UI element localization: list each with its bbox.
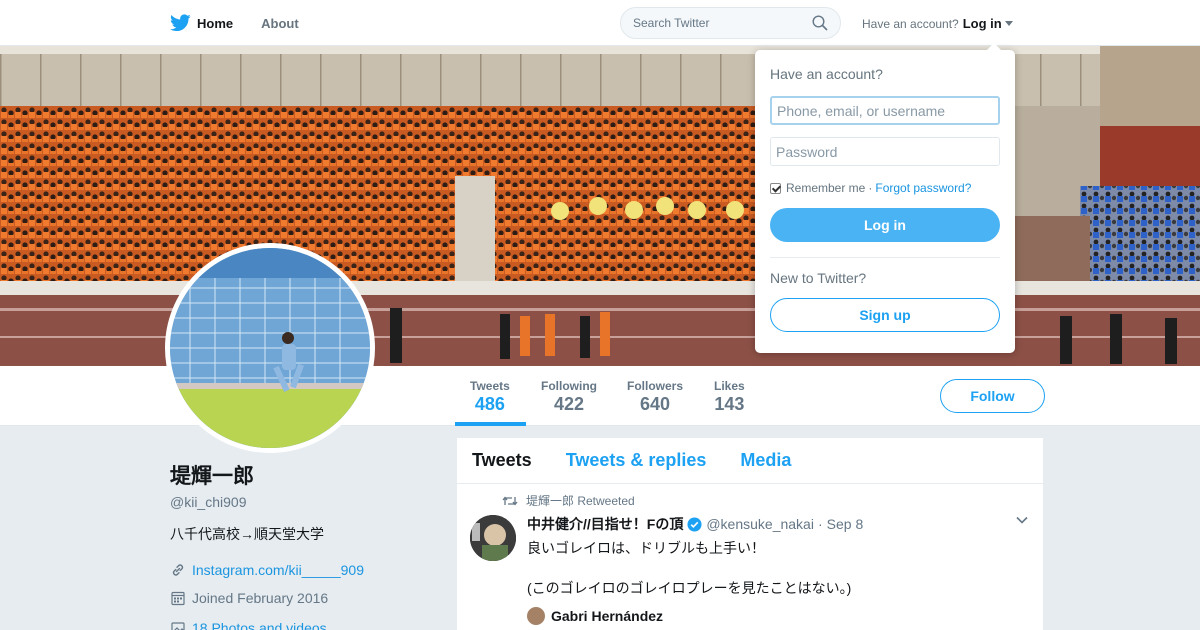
login-link[interactable]: Log in: [963, 16, 1002, 31]
stat-following-label: Following: [541, 379, 597, 393]
photo-icon: [171, 622, 185, 630]
forgot-password-link[interactable]: Forgot password?: [875, 181, 971, 195]
stat-tweets-value: 486: [474, 394, 505, 414]
account-menu[interactable]: Have an account? Log in: [862, 16, 1013, 31]
stat-tweets[interactable]: Tweets 486: [470, 379, 510, 415]
stat-following-value: 422: [553, 394, 585, 414]
follow-button[interactable]: Follow: [940, 379, 1045, 413]
timeline-tabs: Tweets Tweets & replies Media: [457, 438, 1043, 484]
stat-likes-value: 143: [714, 394, 745, 414]
signup-button[interactable]: Sign up: [770, 298, 1000, 332]
profile-website: Instagram.com/kii_____909: [170, 562, 440, 578]
password-field[interactable]: [770, 137, 1000, 166]
search-input[interactable]: Search Twitter: [620, 7, 841, 39]
stat-following[interactable]: Following 422: [541, 379, 597, 415]
profile-card: 堤輝一郎 @kii_chi909 八千代高校→順天堂大学 Instagram.c…: [170, 460, 440, 630]
retweet-icon: [502, 495, 518, 506]
tweet-avatar[interactable]: [470, 515, 516, 561]
verified-badge-icon: [687, 516, 702, 532]
stat-likes[interactable]: Likes 143: [714, 379, 745, 415]
search-icon[interactable]: [812, 15, 828, 31]
stat-likes-label: Likes: [714, 379, 745, 393]
nav-home-label: Home: [197, 15, 234, 31]
nav-left: Home About: [170, 0, 327, 46]
username-field[interactable]: [770, 96, 1000, 125]
chevron-down-icon[interactable]: [1004, 21, 1013, 26]
profile-bio: 八千代高校→順天堂大学: [170, 526, 324, 542]
twitter-bird-icon: [170, 14, 191, 32]
timeline: Tweets Tweets & replies Media 堤輝一郎 Retwe…: [456, 437, 1044, 630]
tweet-author-handle[interactable]: @kensuke_nakai: [706, 516, 814, 532]
dropdown-title: Have an account?: [770, 66, 883, 82]
stat-followers-value: 640: [639, 394, 671, 414]
separator-dot: ·: [868, 181, 873, 195]
nav-about[interactable]: About: [261, 16, 299, 31]
top-nav: Home About Search Twitter Have an accoun…: [0, 0, 1200, 46]
tab-media[interactable]: Media: [740, 450, 791, 471]
stat-tweets-label: Tweets: [470, 379, 510, 393]
active-tab-indicator: [455, 422, 526, 426]
quoted-tweet-header[interactable]: Gabri Hernández: [527, 607, 1028, 625]
nav-about-label: About: [261, 15, 299, 31]
chevron-down-icon[interactable]: [1016, 516, 1028, 524]
profile-website-link[interactable]: Instagram.com/kii_____909: [192, 562, 364, 578]
calendar-icon: [171, 591, 185, 606]
tab-tweets[interactable]: Tweets: [472, 450, 532, 471]
login-button[interactable]: Log in: [770, 208, 1000, 242]
stat-followers-label: Followers: [627, 379, 684, 393]
login-dropdown: Have an account? Remember me · Forgot pa…: [755, 43, 1015, 353]
stat-followers[interactable]: Followers 640: [627, 379, 683, 415]
tweet-text-line1: 良いゴレイロは、ドリブルも上手い！: [527, 540, 765, 556]
remember-row: Remember me · Forgot password?: [770, 181, 1000, 195]
remember-checkbox[interactable]: [770, 182, 781, 194]
retweet-context: 堤輝一郎 Retweeted: [502, 492, 1028, 509]
tab-tweets-replies[interactable]: Tweets & replies: [566, 450, 707, 471]
tweet-text-line2: (このゴレイロのゴレイロプレーを見たことはない。): [527, 580, 852, 596]
tweet[interactable]: 堤輝一郎 Retweeted 中井健介//目指せ！Fの頂 @kensuke_na…: [457, 484, 1043, 630]
profile-photos-link[interactable]: 18 Photos and videos: [192, 620, 327, 630]
tweet-header: 中井健介//目指せ！Fの頂 @kensuke_nakai · Sep 8: [527, 514, 1028, 534]
profile-handle[interactable]: @kii_chi909: [170, 494, 440, 510]
divider: [770, 257, 1000, 258]
profile-joined-text: Joined February 2016: [192, 590, 329, 606]
retweeted-by[interactable]: 堤輝一郎 Retweeted: [526, 492, 635, 509]
search-placeholder: Search Twitter: [633, 16, 710, 30]
link-icon: [172, 564, 184, 576]
profile-joined: Joined February 2016: [170, 590, 440, 606]
quoted-avatar: [527, 607, 545, 625]
tweet-avatar-image: [470, 515, 516, 561]
quoted-author-name: Gabri Hernández: [551, 608, 664, 624]
avatar-image: [170, 248, 370, 448]
separator-dot: ·: [817, 516, 823, 532]
tweet-body: 中井健介//目指せ！Fの頂 @kensuke_nakai · Sep 8 良いゴ…: [527, 514, 1028, 625]
profile-name[interactable]: 堤輝一郎: [170, 460, 440, 490]
have-account-text: Have an account?: [862, 16, 959, 31]
profile-photos: 18 Photos and videos: [170, 620, 440, 630]
new-to-twitter-text: New to Twitter?: [770, 270, 867, 286]
nav-home[interactable]: Home: [170, 14, 233, 32]
tweet-author-name[interactable]: 中井健介//目指せ！Fの頂: [527, 514, 683, 534]
avatar[interactable]: [165, 243, 375, 453]
tweet-date[interactable]: Sep 8: [827, 516, 864, 532]
remember-label[interactable]: Remember me: [786, 181, 865, 195]
